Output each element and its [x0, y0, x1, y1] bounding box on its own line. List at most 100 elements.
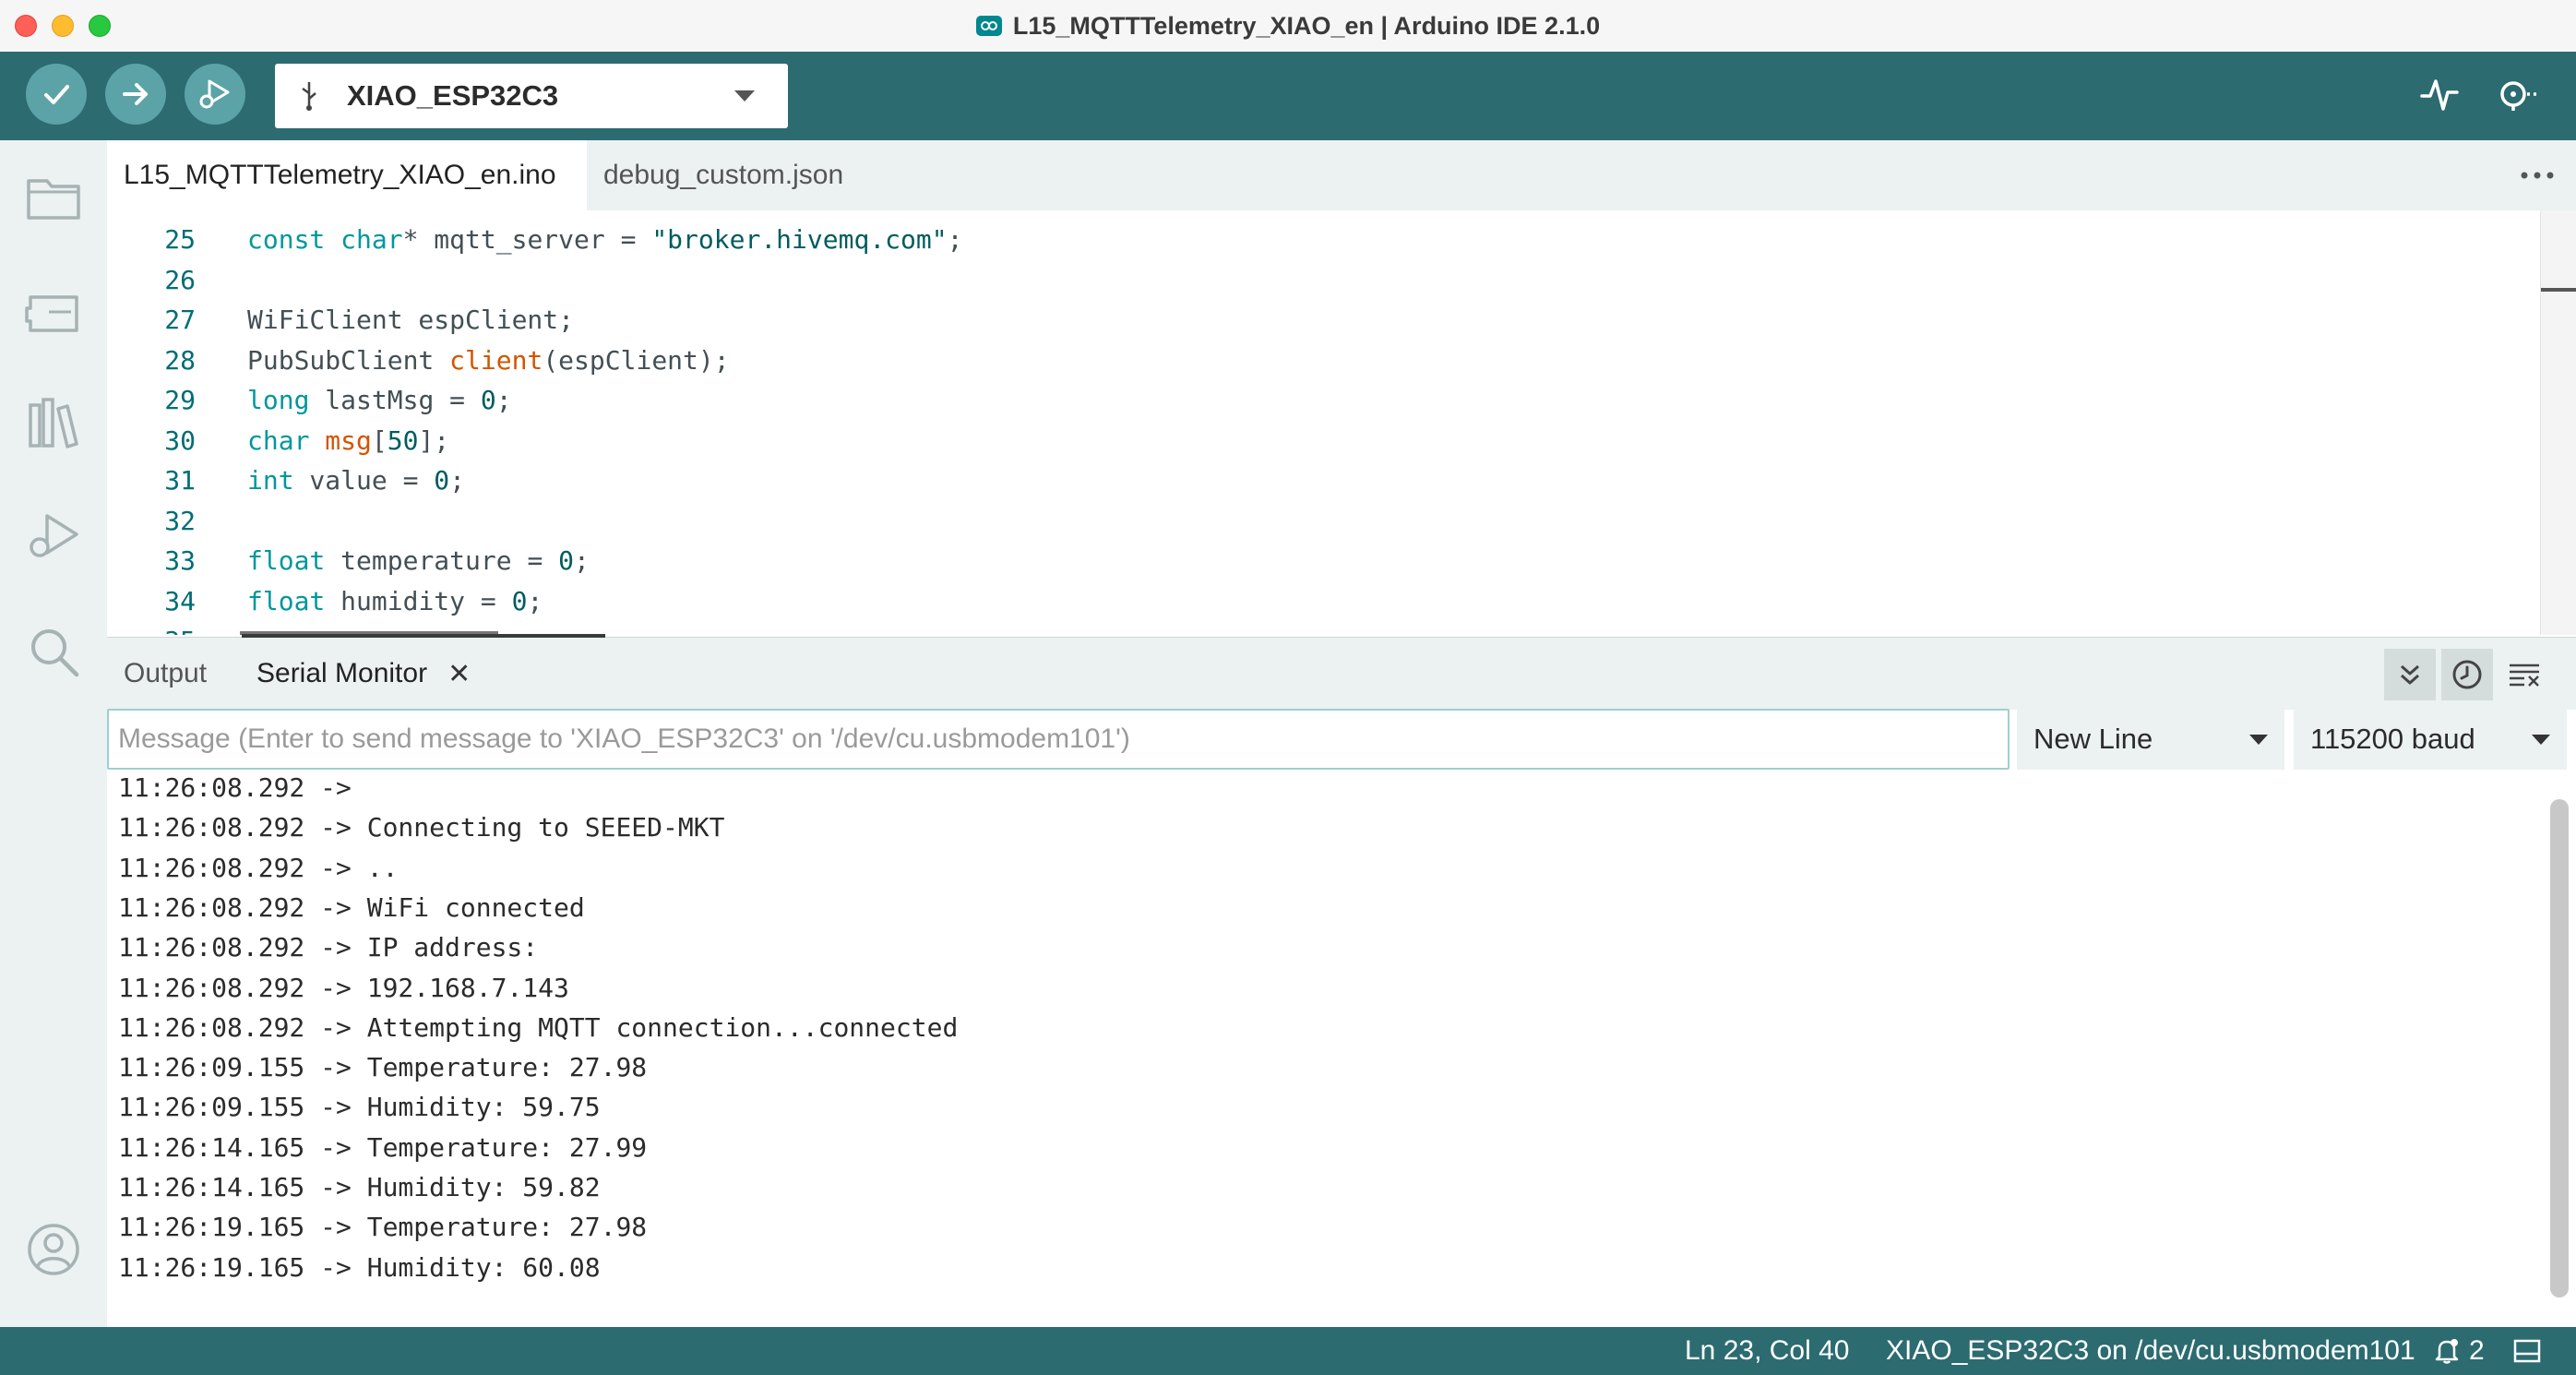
code-token: PubSubClient — [247, 344, 450, 376]
code-token: float — [247, 585, 326, 616]
tab-label: Serial Monitor — [256, 658, 428, 688]
code-text: float temperature = 0; — [212, 545, 590, 576]
line-ending-select[interactable]: New Line — [2017, 709, 2284, 770]
sidebar-item-search[interactable] — [20, 618, 87, 685]
account-button[interactable] — [20, 1216, 87, 1283]
baud-rate-select[interactable]: 115200 baud — [2294, 709, 2567, 770]
board-port-status[interactable]: XIAO_ESP32C3 on /dev/cu.usbmodem101 — [1886, 1327, 2415, 1375]
serial-plotter-button[interactable] — [2417, 72, 2462, 116]
cursor-position[interactable]: Ln 23, Col 40 — [1685, 1327, 1849, 1375]
baud-rate-value: 115200 baud — [2310, 723, 2475, 755]
serial-output[interactable]: 11:26:08.292 -> 11:26:08.292 -> Connectin… — [107, 775, 2576, 1327]
clear-output-icon — [2510, 664, 2539, 687]
search-icon — [31, 629, 79, 677]
sidebar-item-boards-manager[interactable] — [20, 279, 87, 345]
sidebar-item-library-manager[interactable] — [20, 391, 87, 458]
sidebar-item-sketchbook[interactable] — [20, 164, 87, 231]
code-token: ; — [495, 385, 512, 415]
timestamp-toggle[interactable] — [2441, 649, 2493, 700]
tab-label: Output — [124, 658, 208, 688]
code-token: [ — [371, 424, 388, 456]
serial-message-input[interactable] — [107, 709, 2010, 770]
board-selector[interactable]: XIAO_ESP32C3 — [275, 64, 788, 128]
code-token: * mqtt_server = — [402, 224, 652, 255]
code-text: PubSubClient client(espClient); — [212, 345, 730, 376]
notifications-button[interactable]: 2 — [2434, 1327, 2485, 1375]
code-token: (espClient); — [543, 344, 730, 376]
editor-tab-bar: L15_MQTTTelemetry_XIAO_en.ino debug_cust… — [107, 140, 2576, 210]
upload-button[interactable] — [105, 64, 166, 125]
board-name: XIAO_ESP32C3 — [347, 79, 559, 112]
serial-line: 11:26:09.155 -> Humidity: 59.75 — [118, 1092, 601, 1123]
serial-line: 11:26:19.165 -> Temperature: 27.98 — [118, 1212, 648, 1243]
usb-icon — [302, 82, 316, 111]
code-token: float — [247, 545, 326, 576]
code-token: temperature = — [325, 545, 559, 576]
code-line: 25 const char* mqtt_server = "broker.hive… — [107, 220, 2524, 259]
debug-icon — [30, 514, 78, 557]
code-token: char — [247, 424, 310, 456]
code-line: 33 float temperature = 0; — [107, 541, 2524, 580]
code-text: int value = 0; — [212, 465, 465, 496]
chevron-down-icon — [2249, 734, 2268, 745]
account-icon — [28, 1224, 79, 1275]
code-token: int — [247, 465, 294, 496]
serial-plotter-icon — [2420, 79, 2459, 111]
code-token: ; — [527, 585, 543, 616]
tab-output[interactable]: Output — [124, 638, 207, 710]
toggle-panel-button[interactable] — [2513, 1327, 2541, 1375]
sidebar-item-debug[interactable] — [20, 504, 87, 570]
debug-button[interactable] — [185, 64, 245, 125]
code-line: 32 — [107, 501, 2524, 541]
arrow-right-icon — [123, 83, 148, 105]
line-number: 29 — [164, 385, 196, 415]
tab-serial-monitor[interactable]: Serial Monitor ✕ — [256, 638, 471, 710]
folder-icon — [27, 179, 80, 220]
panel-icon — [2513, 1339, 2541, 1363]
autoscroll-toggle[interactable] — [2384, 649, 2436, 700]
tab-debug-custom-json[interactable]: debug_custom.json — [587, 140, 993, 210]
code-token: value = — [293, 465, 435, 496]
line-number: 27 — [164, 305, 196, 335]
close-icon[interactable]: ✕ — [447, 658, 471, 690]
line-number: 26 — [164, 264, 196, 295]
serial-line: 11:26:08.292 -> Attempting MQTT connecti… — [118, 1011, 959, 1043]
code-token: ]; — [418, 424, 450, 456]
verify-button[interactable] — [26, 64, 87, 125]
serial-monitor-button[interactable] — [2495, 72, 2539, 116]
serial-line: 11:26:08.292 -> WiFi connected — [118, 891, 585, 923]
window-title-wrap: L15_MQTTTelemetry_XIAO_en | Arduino IDE … — [0, 0, 2576, 52]
serial-line: 11:26:08.292 -> Connecting to SEEED-MKT — [118, 812, 725, 843]
code-text: const char* mqtt_server = "broker.hivemq… — [212, 224, 962, 255]
code-token: ; — [574, 545, 590, 576]
code-line: 28 PubSubClient client(espClient); — [107, 341, 2524, 380]
notification-count: 2 — [2469, 1335, 2485, 1366]
debug-icon — [199, 79, 230, 109]
serial-line: 11:26:09.155 -> Temperature: 27.98 — [118, 1052, 648, 1083]
serial-line: 11:26:08.292 -> .. — [118, 852, 399, 883]
code-token: ; — [449, 465, 466, 496]
scroll-position-marker — [2541, 288, 2576, 292]
code-token: client — [449, 344, 543, 376]
code-editor[interactable]: 25 const char* mqtt_server = "broker.hive… — [107, 210, 2576, 635]
serial-line: 11:26:08.292 -> 192.168.7.143 — [118, 972, 569, 1003]
tab-sketch-ino[interactable]: L15_MQTTTelemetry_XIAO_en.ino — [107, 140, 587, 210]
code-line: 29 long lastMsg = 0; — [107, 380, 2524, 420]
code-token: 0 — [511, 585, 528, 616]
more-actions-button[interactable] — [2517, 157, 2558, 194]
code-token: 0 — [480, 385, 496, 415]
code-line: 31 int value = 0; — [107, 460, 2524, 500]
serial-scrollbar[interactable] — [2550, 799, 2569, 1297]
line-ending-value: New Line — [2033, 723, 2153, 755]
clock-icon — [2452, 660, 2482, 689]
code-token: const — [247, 224, 341, 255]
code-text: float humidity = 0; — [212, 586, 543, 616]
autoscroll-icon — [2401, 664, 2419, 685]
tab-label: debug_custom.json — [603, 160, 844, 190]
serial-line: 11:26:14.165 -> Humidity: 59.82 — [118, 1172, 601, 1202]
editor-scrollbar[interactable] — [2540, 210, 2576, 635]
window-title: L15_MQTTTelemetry_XIAO_en | Arduino IDE … — [1012, 11, 1601, 40]
bottom-panel-tabs: Output Serial Monitor ✕ — [107, 634, 2576, 710]
serial-line: 11:26:08.292 -> — [118, 775, 352, 803]
clear-output-button[interactable] — [2498, 649, 2550, 700]
